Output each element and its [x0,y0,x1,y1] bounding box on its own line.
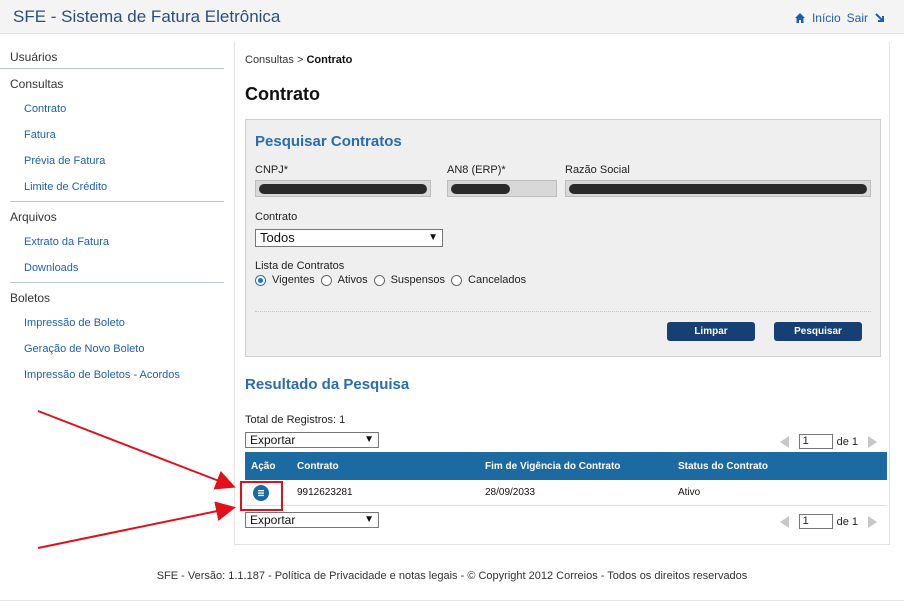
col-contrato: Contrato [297,460,339,472]
radio-cancelados[interactable] [451,274,463,286]
table-header: Ação Contrato Fim de Vigência do Contrat… [245,452,887,480]
table-row: 9912623281 28/09/2033 Ativo [245,480,887,506]
radio-suspensos-label[interactable]: Suspensos [391,274,445,286]
radio-vigentes[interactable] [255,274,266,286]
col-fim-vigencia: Fim de Vigência do Contrato [485,460,621,472]
page-of-label: de 1 [836,435,858,448]
main-panel: Consultas > Contrato Contrato Pesquisar … [234,42,890,545]
an8-field-redacted[interactable] [447,180,557,197]
search-button[interactable]: Pesquisar [774,322,862,341]
page-of-label: de 1 [836,515,858,528]
export-select-value: Exportar [250,433,296,447]
sidebar-item-impressao-boletos-acordos[interactable]: Impressão de Boletos - Acordos [10,362,224,388]
redaction-mark [259,184,427,194]
sidebar-item-impressao-boleto[interactable]: Impressão de Boleto [10,310,224,336]
sidebar-item-geracao-boleto[interactable]: Geração de Novo Boleto [10,336,224,362]
home-icon[interactable] [794,12,806,24]
cell-contrato: 9912623281 [297,487,353,498]
lista-contratos-radio-group: Vigentes Ativos Suspensos Cancelados [255,274,532,286]
sidebar-item-contrato[interactable]: Contrato [10,96,224,122]
footer-divider [0,600,904,601]
radio-vigentes-label[interactable]: Vigentes [272,274,315,286]
next-page-icon[interactable] [868,515,877,528]
annotation-arrow-lower [37,501,236,549]
breadcrumb-current: Contrato [306,54,353,66]
contrato-select-value: Todos [260,230,295,245]
sidebar: Usuários Consultas Contrato Fatura Prévi… [0,42,226,389]
sidebar-section-arquivos[interactable]: Arquivos [0,202,224,228]
exit-link[interactable]: Sair [847,11,868,25]
sidebar-group-arquivos: Extrato da Fatura Downloads [10,228,224,283]
cell-status: Ativo [678,487,701,498]
sidebar-section-consultas[interactable]: Consultas [0,69,224,95]
chevron-down-icon: ▼ [364,514,374,525]
sidebar-section-usuarios[interactable]: Usuários [0,42,224,69]
export-select-value: Exportar [250,513,296,527]
sidebar-item-fatura[interactable]: Fatura [10,122,224,148]
razao-social-field-redacted[interactable] [565,180,871,197]
results-table: Ação Contrato Fim de Vigência do Contrat… [245,452,887,506]
sidebar-section-boletos[interactable]: Boletos [0,283,224,309]
sidebar-item-extrato-fatura[interactable]: Extrato da Fatura [10,229,224,255]
divider [255,311,871,312]
col-acao: Ação [251,460,276,472]
redaction-mark [451,184,510,194]
breadcrumb: Consultas > Contrato [245,54,352,66]
search-panel: Pesquisar Contratos CNPJ* AN8 (ERP)* Raz… [245,119,881,357]
prev-page-icon[interactable] [779,435,789,448]
razao-social-label: Razão Social [565,164,630,176]
redaction-mark [569,184,867,194]
export-select-top[interactable]: Exportar ▼ [245,432,379,448]
radio-cancelados-label[interactable]: Cancelados [468,274,526,286]
annotation-arrow-upper [37,410,236,490]
radio-ativos-label[interactable]: Ativos [338,274,368,286]
clear-button[interactable]: Limpar [667,322,755,341]
sidebar-group-consultas: Contrato Fatura Prévia de Fatura Limite … [10,95,224,202]
sidebar-item-downloads[interactable]: Downloads [10,255,224,281]
search-title: Pesquisar Contratos [255,133,402,150]
pager-top: 1 de 1 [779,434,877,449]
app-title: SFE - Sistema de Fatura Eletrônica [13,7,281,26]
pager-bottom: 1 de 1 [779,514,877,529]
total-records: Total de Registros: 1 [245,414,346,426]
top-links: Início Sair [794,11,886,25]
home-link[interactable]: Início [812,11,841,25]
cell-fim-vigencia: 28/09/2033 [485,487,536,498]
page-input[interactable]: 1 [798,514,833,529]
cnpj-label: CNPJ* [255,164,289,176]
annotation-highlight-box [240,481,283,511]
cnpj-field-redacted[interactable] [255,180,431,197]
radio-suspensos[interactable] [373,274,385,286]
exit-arrow-icon[interactable] [874,12,886,24]
page-input[interactable]: 1 [798,434,833,449]
next-page-icon[interactable] [868,435,877,448]
chevron-down-icon: ▼ [364,434,374,445]
sidebar-item-limite-credito[interactable]: Limite de Crédito [10,174,224,200]
export-select-bottom[interactable]: Exportar ▼ [245,512,379,528]
an8-label: AN8 (ERP)* [447,164,506,176]
breadcrumb-parent[interactable]: Consultas > [245,54,303,66]
prev-page-icon[interactable] [779,515,789,528]
chevron-down-icon: ▼ [428,232,438,243]
footer-text: SFE - Versão: 1.1.187 - Política de Priv… [156,570,748,582]
contrato-select[interactable]: Todos ▼ [255,229,443,247]
contrato-label: Contrato [255,211,298,223]
page-title: Contrato [245,84,320,104]
lista-contratos-label: Lista de Contratos [255,260,345,272]
sidebar-item-previa-fatura[interactable]: Prévia de Fatura [10,148,224,174]
results-title: Resultado da Pesquisa [245,376,410,393]
col-status: Status do Contrato [678,460,768,472]
radio-ativos[interactable] [320,274,332,286]
app-header: SFE - Sistema de Fatura Eletrônica Iníci… [0,0,904,34]
sidebar-group-boletos: Impressão de Boleto Geração de Novo Bole… [10,309,224,389]
